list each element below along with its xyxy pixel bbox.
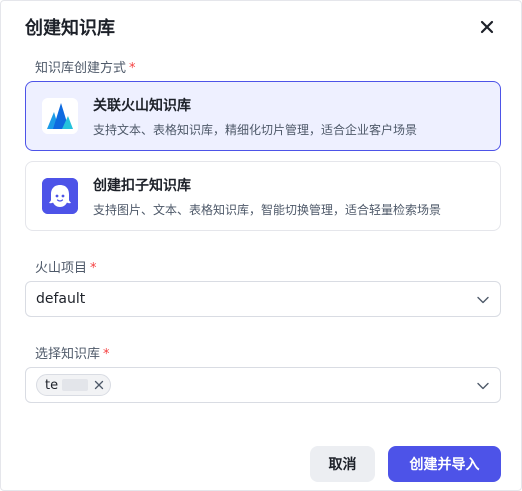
option-volcano-knowledge[interactable]: 关联火山知识库 支持文本、表格知识库，精细化切片管理，适合企业客户场景 (25, 81, 501, 151)
volcano-logo (42, 98, 78, 134)
option-title: 关联火山知识库 (93, 98, 191, 114)
chevron-down-icon (476, 293, 490, 307)
option-coze-knowledge[interactable]: 创建扣子知识库 支持图片、文本、表格知识库，智能切换管理，适合轻量检索场景 (25, 161, 501, 231)
knowledge-select[interactable]: te (25, 367, 501, 403)
selected-knowledge-tag: te (36, 374, 112, 396)
create-import-button[interactable]: 创建并导入 (388, 446, 501, 482)
redacted-text (62, 379, 89, 391)
tag-close-icon[interactable] (92, 378, 106, 392)
tag-text: te (45, 377, 59, 393)
dialog-title: 创建知识库 (25, 18, 115, 39)
option-title: 创建扣子知识库 (93, 178, 191, 194)
close-icon[interactable] (477, 17, 497, 37)
create-knowledge-dialog: 创建知识库 知识库创建方式 * 关联火山知识库 支持文本、表格知识库，精细化切片管… (0, 0, 522, 491)
method-label: 知识库创建方式 * (35, 61, 136, 76)
option-desc: 支持文本、表格知识库，精细化切片管理，适合企业客户场景 (93, 123, 418, 137)
required-mark: * (129, 61, 136, 76)
option-desc: 支持图片、文本、表格知识库，智能切换管理，适合轻量检索场景 (93, 203, 442, 217)
knowledge-label: 选择知识库 * (35, 347, 110, 362)
project-select[interactable]: default (25, 281, 501, 317)
project-select-value: default (36, 291, 86, 307)
chevron-down-icon (476, 379, 490, 393)
required-mark: * (90, 261, 97, 276)
cancel-button[interactable]: 取消 (310, 446, 375, 482)
required-mark: * (103, 347, 110, 362)
coze-logo (42, 178, 78, 214)
project-label: 火山项目 * (35, 261, 97, 276)
